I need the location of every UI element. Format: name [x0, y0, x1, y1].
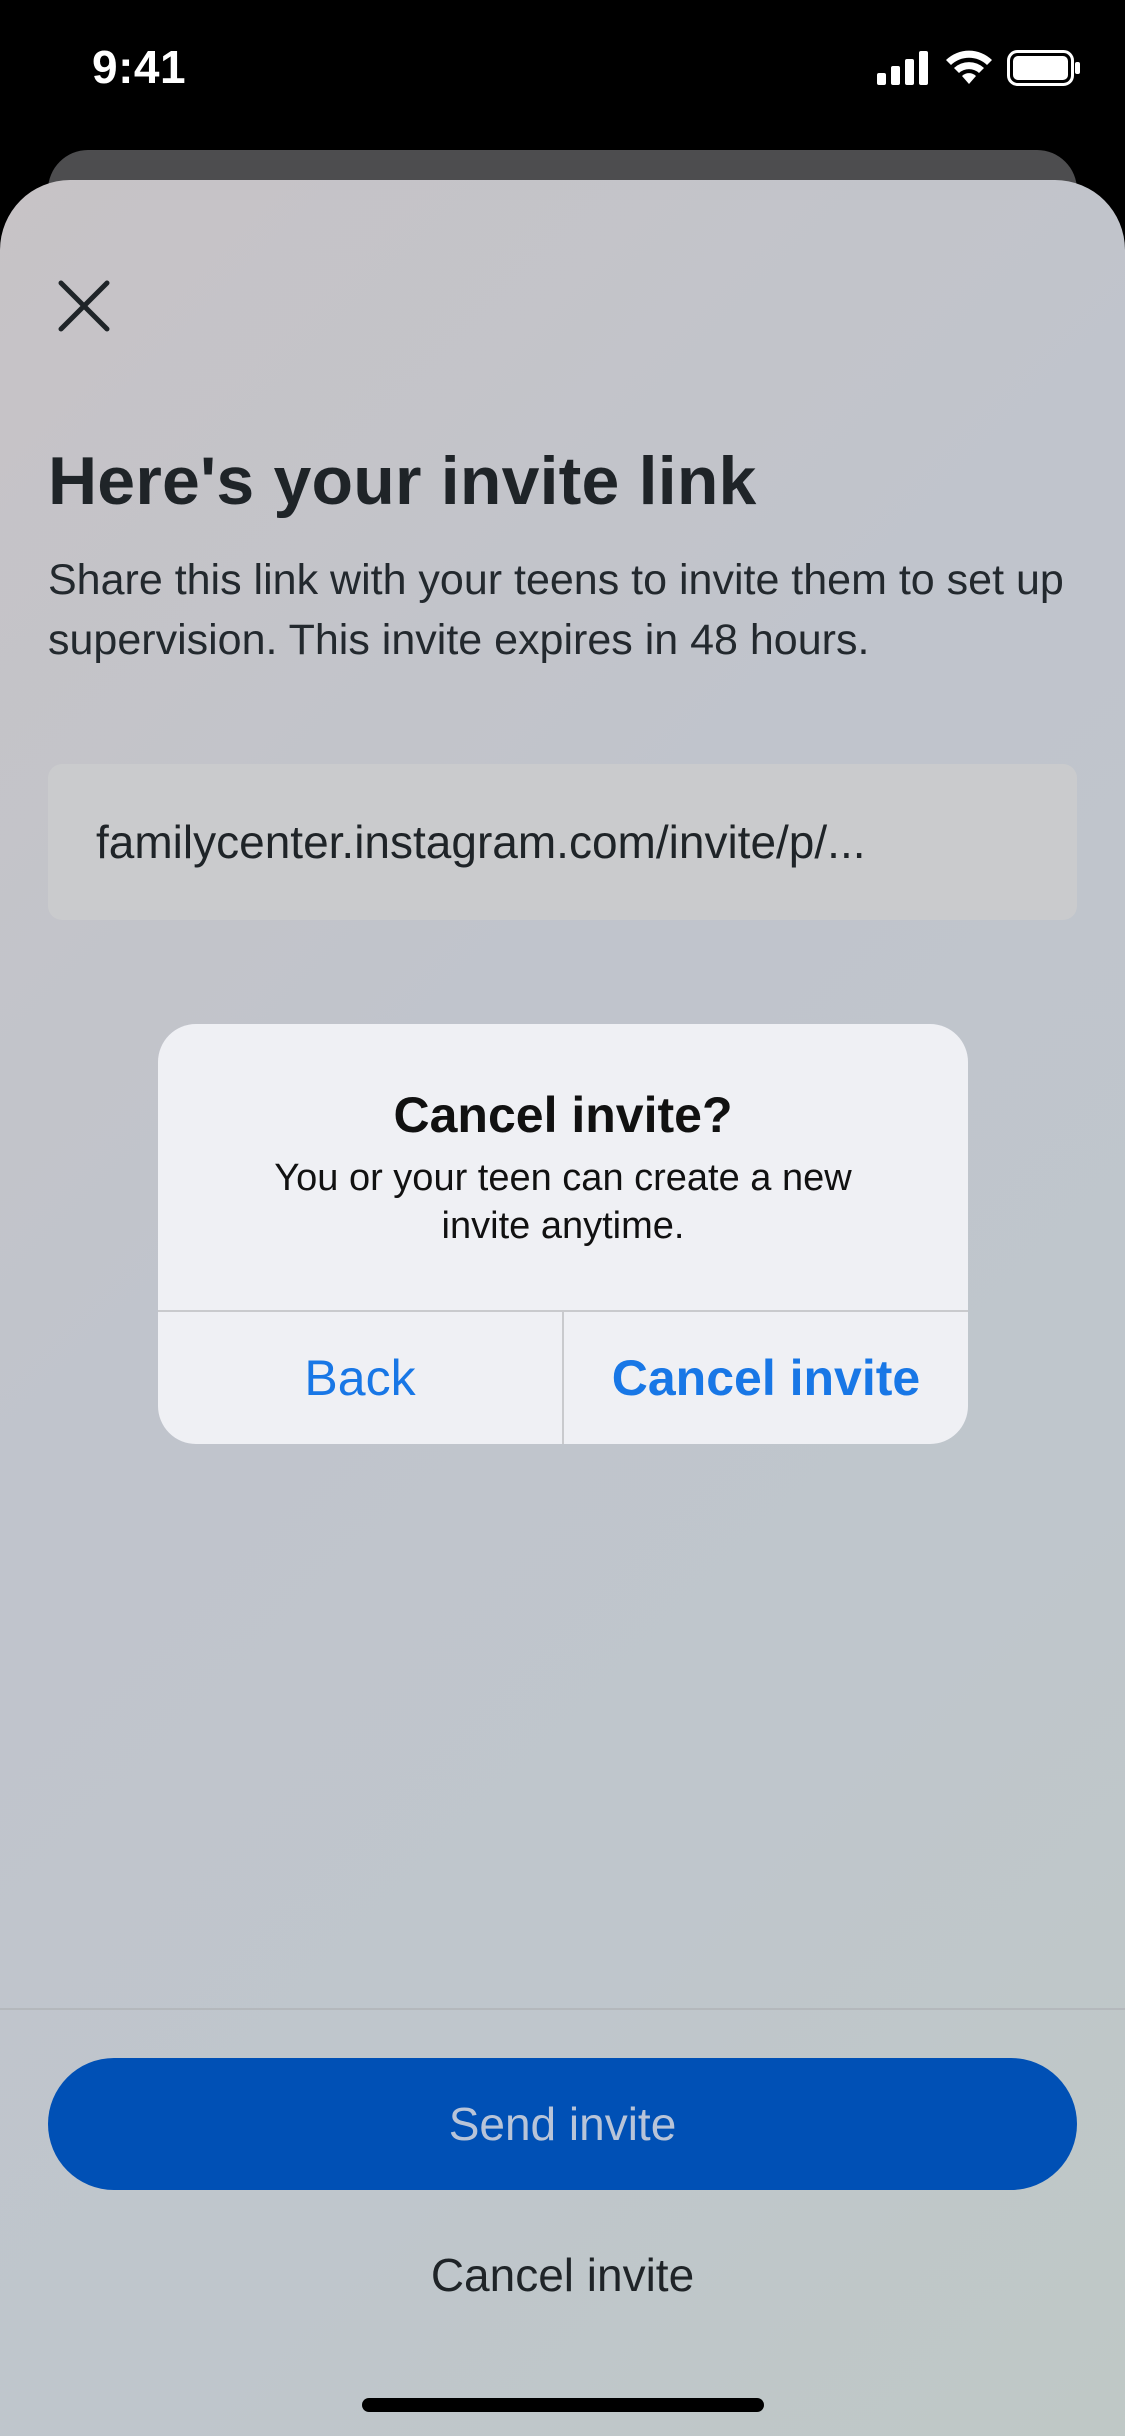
status-icons [877, 50, 1081, 91]
send-invite-button[interactable]: Send invite [48, 2058, 1077, 2190]
status-time: 9:41 [92, 41, 187, 93]
close-button[interactable] [48, 272, 120, 344]
cancel-invite-alert: Cancel invite? You or your teen can crea… [158, 1024, 968, 1444]
close-icon [58, 280, 110, 337]
invite-link-field[interactable]: familycenter.instagram.com/invite/p/... [48, 764, 1077, 920]
alert-back-button[interactable]: Back [158, 1312, 562, 1444]
alert-cancel-invite-button[interactable]: Cancel invite [564, 1312, 968, 1444]
wifi-icon [945, 50, 993, 91]
battery-icon [1007, 50, 1081, 91]
status-bar: 9:41 [0, 0, 1125, 140]
cancel-invite-link-button[interactable]: Cancel invite [48, 2220, 1077, 2330]
alert-message: You or your teen can create a new invite… [274, 1157, 852, 1247]
alert-title: Cancel invite? [393, 1087, 733, 1143]
page-title: Here's your invite link [48, 443, 757, 519]
home-indicator [362, 2398, 764, 2412]
footer-divider [0, 2008, 1125, 2010]
cellular-signal-icon [877, 51, 931, 90]
page-description: Share this link with your teens to invit… [48, 556, 1064, 664]
